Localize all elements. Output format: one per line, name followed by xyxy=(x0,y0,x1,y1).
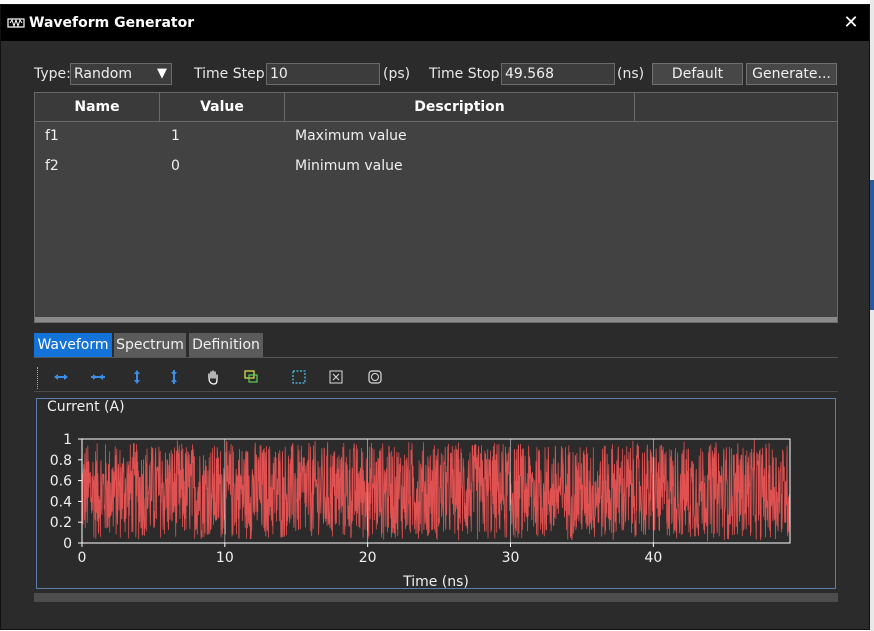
waveform-plot-panel[interactable]: Current (A) 0 0.2 0.4 0.6 0.8 1 0 10 20 30 40 Time… xyxy=(36,398,836,590)
y-tick-label: 0.4 xyxy=(50,494,72,510)
type-select[interactable]: Random ▼ xyxy=(70,63,172,85)
tab-spectrum[interactable]: Spectrum xyxy=(114,333,186,357)
time-stop-label: Time Stop: xyxy=(429,66,505,82)
cell-value: 1 xyxy=(171,128,180,144)
fit-all-icon[interactable] xyxy=(328,369,344,385)
tab-definition[interactable]: Definition xyxy=(189,333,263,357)
cell-name: f1 xyxy=(45,128,59,144)
x-tick-label: 40 xyxy=(644,550,662,566)
zoom-out-x-icon[interactable] xyxy=(90,369,106,385)
toolbar-grip xyxy=(37,367,39,389)
title-bar[interactable]: Waveform Generator ✕ xyxy=(1,5,869,41)
table-row[interactable]: f2 0 Minimum value xyxy=(35,153,837,181)
reset-view-icon[interactable] xyxy=(367,369,383,385)
time-step-input[interactable]: 10 xyxy=(266,63,380,85)
time-step-label: Time Step: xyxy=(194,66,270,82)
y-tick-label: 0 xyxy=(63,536,72,552)
plot-toolbar xyxy=(34,363,838,392)
zoom-box-icon[interactable] xyxy=(243,369,259,385)
tab-divider xyxy=(34,357,838,358)
generate-button[interactable]: Generate... xyxy=(746,63,837,85)
y-tick-label: 1 xyxy=(63,432,72,448)
default-button[interactable]: Default xyxy=(652,63,743,85)
y-tick-label: 0.8 xyxy=(50,453,72,469)
x-tick-label: 30 xyxy=(502,550,520,566)
zoom-out-y-icon[interactable] xyxy=(166,369,182,385)
column-header-description[interactable]: Description xyxy=(285,93,635,121)
table-row[interactable]: f1 1 Maximum value xyxy=(35,123,837,151)
parameter-table: Name Value Description f1 1 Maximum valu… xyxy=(34,92,838,323)
app-icon xyxy=(7,18,25,28)
horizontal-scrollbar[interactable] xyxy=(35,317,837,322)
background-desktop xyxy=(870,0,874,631)
x-tick-label: 0 xyxy=(78,550,87,566)
y-tick-label: 0.6 xyxy=(50,474,72,490)
cell-description: Maximum value xyxy=(295,128,407,144)
column-header-value[interactable]: Value xyxy=(160,93,285,121)
x-tick-label: 20 xyxy=(359,550,377,566)
type-label: Type: xyxy=(34,66,71,82)
y-tick-label: 0.2 xyxy=(50,515,72,531)
type-select-value: Random xyxy=(74,66,132,82)
waveform-chart[interactable]: 00.20.40.60.810 10 20 30 40 xyxy=(37,399,835,574)
x-axis-label: Time (ns) xyxy=(403,574,469,590)
pan-hand-icon[interactable] xyxy=(205,369,221,385)
tab-waveform[interactable]: Waveform xyxy=(34,333,112,357)
zoom-in-x-icon[interactable] xyxy=(53,369,69,385)
cell-description: Minimum value xyxy=(295,158,403,174)
waveform-generator-dialog: Waveform Generator ✕ Type: Random ▼ Time… xyxy=(0,4,870,630)
zoom-in-y-icon[interactable] xyxy=(129,369,145,385)
column-header-name[interactable]: Name xyxy=(35,93,160,121)
cell-value: 0 xyxy=(171,158,180,174)
cell-name: f2 xyxy=(45,158,59,174)
x-tick-label: 10 xyxy=(216,550,234,566)
window-title: Waveform Generator xyxy=(29,15,195,31)
time-step-unit: (ps) xyxy=(383,66,411,82)
time-stop-unit: (ns) xyxy=(617,66,645,82)
select-region-icon[interactable] xyxy=(291,369,307,385)
time-stop-input[interactable]: 49.568 xyxy=(501,63,615,85)
chevron-down-icon: ▼ xyxy=(157,66,167,81)
close-button[interactable]: ✕ xyxy=(839,9,863,37)
table-header: Name Value Description xyxy=(35,93,837,122)
status-strip xyxy=(34,593,838,602)
